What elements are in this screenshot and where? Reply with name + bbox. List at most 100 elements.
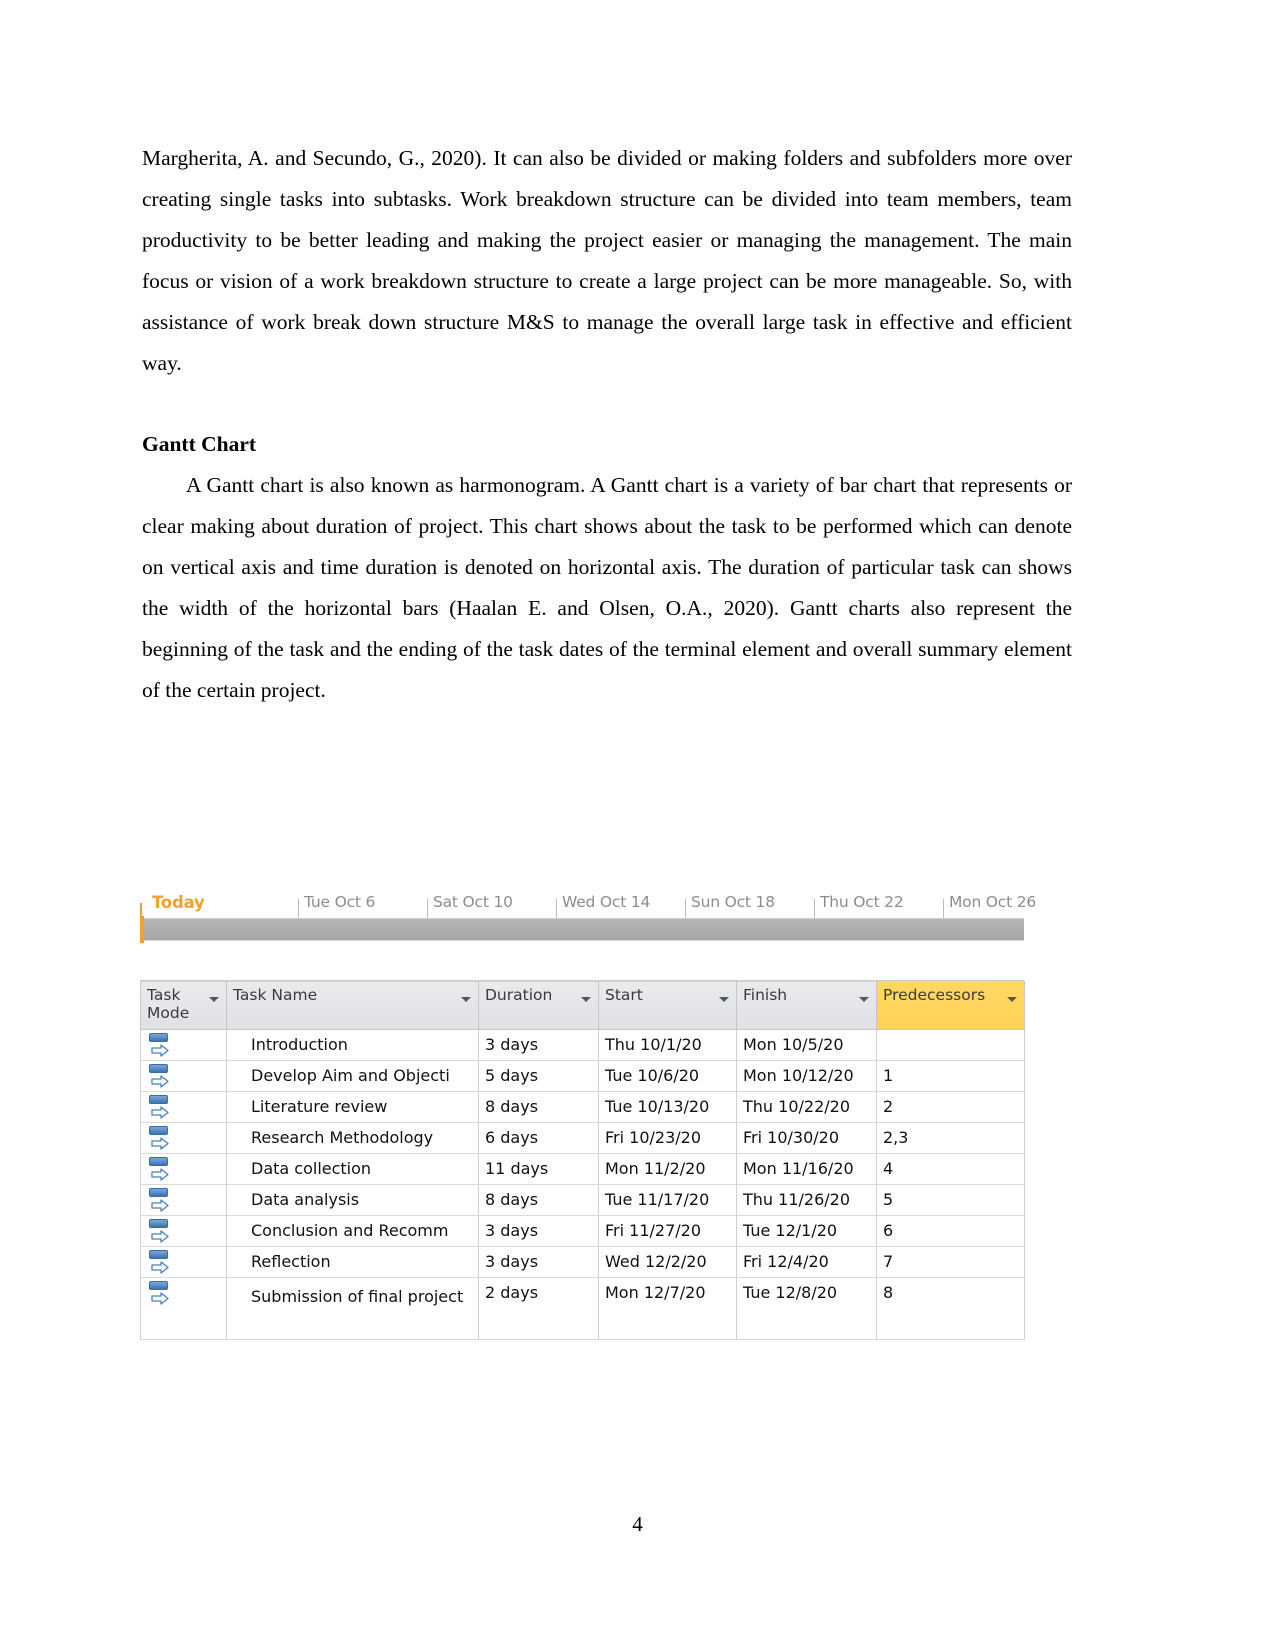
cell-task-mode[interactable] <box>140 1091 227 1123</box>
cell-task-mode[interactable] <box>140 1184 227 1216</box>
cell-task-mode[interactable] <box>140 1060 227 1092</box>
cell-finish: Thu 10/22/20 <box>736 1091 877 1123</box>
manually-scheduled-icon <box>148 1157 172 1182</box>
page-number: 4 <box>632 1512 643 1536</box>
gantt-task-grid: Task Mode Task Name Duration Start Finis… <box>140 980 1025 1340</box>
timeline-tick-label: Wed Oct 14 <box>562 893 651 911</box>
cell-duration: 11 days <box>478 1153 599 1185</box>
column-header-label: Predecessors <box>883 986 986 1004</box>
timeline-bar[interactable] <box>140 918 1024 941</box>
cell-predecessors: 4 <box>876 1153 1025 1185</box>
table-row[interactable]: Data collection 11 days Mon 11/2/20 Mon … <box>140 1153 1025 1185</box>
cell-predecessors <box>876 1029 1025 1061</box>
cell-start: Wed 12/2/20 <box>598 1246 737 1278</box>
task-table-body: Introduction 3 days Thu 10/1/20 Mon 10/5… <box>140 1029 1025 1340</box>
cell-task-mode[interactable] <box>140 1153 227 1185</box>
cell-duration: 2 days <box>478 1277 599 1340</box>
chevron-down-icon[interactable] <box>581 997 591 1002</box>
cell-duration: 6 days <box>478 1122 599 1154</box>
chevron-down-icon[interactable] <box>859 997 869 1002</box>
document-page: Margherita, A. and Secundo, G., 2020). I… <box>0 0 1275 1651</box>
cell-task-name: Develop Aim and Objecti <box>226 1060 479 1092</box>
cell-predecessors: 1 <box>876 1060 1025 1092</box>
cell-task-name: Literature review <box>226 1091 479 1123</box>
cell-start: Tue 10/6/20 <box>598 1060 737 1092</box>
cell-task-name: Reflection <box>226 1246 479 1278</box>
table-row[interactable]: Introduction 3 days Thu 10/1/20 Mon 10/5… <box>140 1029 1025 1061</box>
column-header-label: Task Name <box>233 986 318 1004</box>
timeline-tick-label: Sat Oct 10 <box>433 893 513 911</box>
cell-task-mode[interactable] <box>140 1122 227 1154</box>
cell-task-name: Data collection <box>226 1153 479 1185</box>
cell-finish: Mon 10/5/20 <box>736 1029 877 1061</box>
document-body: Margherita, A. and Secundo, G., 2020). I… <box>142 138 1072 711</box>
manually-scheduled-icon <box>148 1188 172 1213</box>
table-row[interactable]: Research Methodology 6 days Fri 10/23/20… <box>140 1122 1025 1154</box>
table-row[interactable]: Develop Aim and Objecti 5 days Tue 10/6/… <box>140 1060 1025 1092</box>
cell-task-name: Data analysis <box>226 1184 479 1216</box>
cell-predecessors: 5 <box>876 1184 1025 1216</box>
task-table: Task Mode Task Name Duration Start Finis… <box>140 981 1025 1340</box>
cell-start: Fri 10/23/20 <box>598 1122 737 1154</box>
cell-task-mode[interactable] <box>140 1215 227 1247</box>
cell-start: Mon 12/7/20 <box>598 1277 737 1340</box>
cell-task-name: Research Methodology <box>226 1122 479 1154</box>
column-header-label: Start <box>605 986 643 1004</box>
timeline-tick <box>814 899 815 918</box>
cell-task-mode[interactable] <box>140 1029 227 1061</box>
cell-duration: 8 days <box>478 1091 599 1123</box>
cell-finish: Fri 10/30/20 <box>736 1122 877 1154</box>
manually-scheduled-icon <box>148 1064 172 1089</box>
cell-duration: 3 days <box>478 1246 599 1278</box>
column-header-predecessors[interactable]: Predecessors <box>876 981 1025 1030</box>
cell-finish: Fri 12/4/20 <box>736 1246 877 1278</box>
cell-finish: Mon 11/16/20 <box>736 1153 877 1185</box>
column-header-start[interactable]: Start <box>598 981 737 1030</box>
cell-start: Mon 11/2/20 <box>598 1153 737 1185</box>
table-row[interactable]: Data analysis 8 days Tue 11/17/20 Thu 11… <box>140 1184 1025 1216</box>
manually-scheduled-icon <box>148 1281 172 1306</box>
timeline-tick <box>943 899 944 918</box>
cell-predecessors: 2 <box>876 1091 1025 1123</box>
cell-duration: 5 days <box>478 1060 599 1092</box>
timeline-tick <box>685 899 686 918</box>
timeline-today-label: Today <box>152 893 205 912</box>
cell-task-mode[interactable] <box>140 1277 227 1340</box>
table-row[interactable]: Submission of final project 2 days Mon 1… <box>140 1277 1025 1340</box>
timeline-labels: Today Tue Oct 6 Sat Oct 10 Wed Oct 14 Su… <box>138 885 1036 918</box>
manually-scheduled-icon <box>148 1095 172 1120</box>
cell-duration: 8 days <box>478 1184 599 1216</box>
column-header-label: Finish <box>743 986 788 1004</box>
chevron-down-icon[interactable] <box>719 997 729 1002</box>
timeline-tick-label: Tue Oct 6 <box>304 893 376 911</box>
cell-start: Fri 11/27/20 <box>598 1215 737 1247</box>
table-row[interactable]: Literature review 8 days Tue 10/13/20 Th… <box>140 1091 1025 1123</box>
cell-finish: Tue 12/8/20 <box>736 1277 877 1340</box>
manually-scheduled-icon <box>148 1126 172 1151</box>
timeline-today-marker <box>140 916 144 943</box>
manually-scheduled-icon <box>148 1033 172 1058</box>
gantt-chart-screenshot: Today Tue Oct 6 Sat Oct 10 Wed Oct 14 Su… <box>138 885 1036 1340</box>
cell-task-mode[interactable] <box>140 1246 227 1278</box>
cell-task-name: Introduction <box>226 1029 479 1061</box>
column-header-task-mode[interactable]: Task Mode <box>140 981 227 1030</box>
column-header-finish[interactable]: Finish <box>736 981 877 1030</box>
chevron-down-icon[interactable] <box>1007 997 1017 1002</box>
cell-task-name: Submission of final project <box>226 1277 479 1340</box>
column-header-duration[interactable]: Duration <box>478 981 599 1030</box>
cell-finish: Thu 11/26/20 <box>736 1184 877 1216</box>
chevron-down-icon[interactable] <box>461 997 471 1002</box>
cell-predecessors: 6 <box>876 1215 1025 1247</box>
cell-predecessors: 7 <box>876 1246 1025 1278</box>
cell-start: Tue 10/13/20 <box>598 1091 737 1123</box>
timeline-tick-label: Thu Oct 22 <box>820 893 904 911</box>
cell-finish: Mon 10/12/20 <box>736 1060 877 1092</box>
table-row[interactable]: Conclusion and Recomm 3 days Fri 11/27/2… <box>140 1215 1025 1247</box>
chevron-down-icon[interactable] <box>209 997 219 1002</box>
table-row[interactable]: Reflection 3 days Wed 12/2/20 Fri 12/4/2… <box>140 1246 1025 1278</box>
cell-duration: 3 days <box>478 1215 599 1247</box>
column-header-task-name[interactable]: Task Name <box>226 981 479 1030</box>
timeline-tick <box>427 899 428 918</box>
cell-predecessors: 8 <box>876 1277 1025 1340</box>
timeline-tick-label: Mon Oct 26 <box>949 893 1037 911</box>
